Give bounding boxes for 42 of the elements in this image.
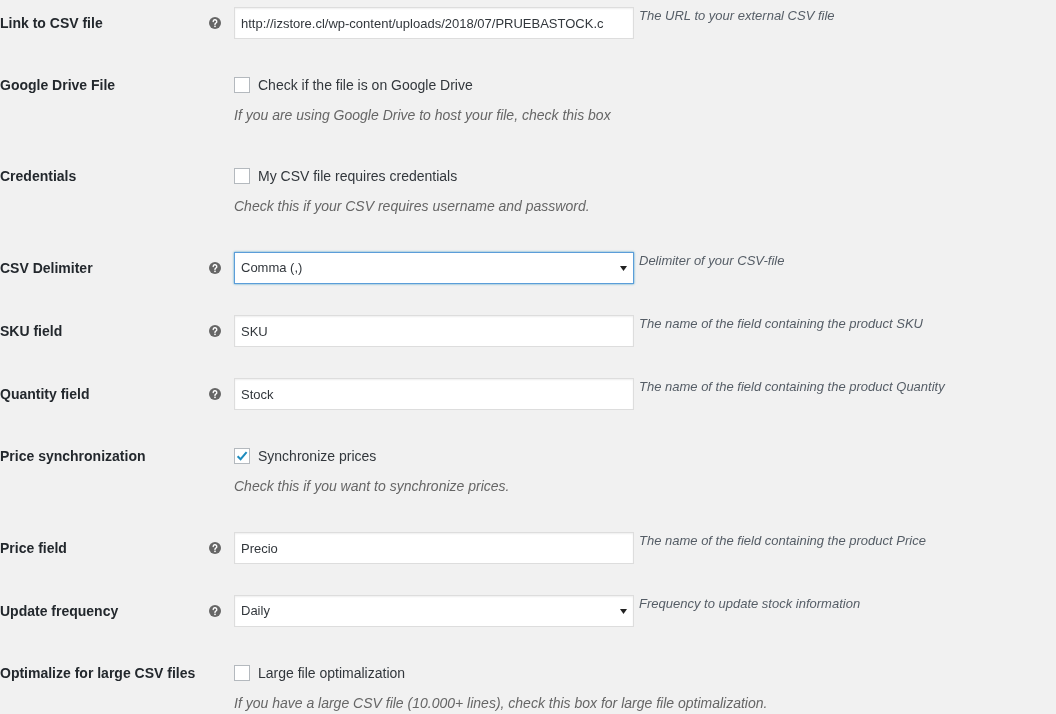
field-description: Check this if you want to synchronize prices.	[234, 477, 511, 496]
dropdown[interactable]: Comma (,)	[234, 252, 634, 284]
field-label: Credentials	[0, 166, 77, 186]
field-description: If you are using Google Drive to host your file, check this box	[234, 106, 612, 125]
dropdown[interactable]: Daily	[234, 595, 634, 627]
help-icon[interactable]	[209, 325, 221, 337]
caret-icon	[620, 608, 627, 614]
checkbox-label: Large file optimalization	[258, 663, 406, 683]
field-description: Frequency to update stock information	[639, 595, 861, 613]
field-label: Optimalize for large CSV files	[0, 663, 196, 683]
field-description: The name of the field containing the product Price	[639, 532, 926, 550]
field-description: If you have a large CSV file (10.000+ lines), check this box for large file optimalization.	[234, 694, 769, 713]
checkbox[interactable]	[234, 665, 250, 681]
caret-icon	[620, 265, 627, 271]
field-label: Price field	[0, 538, 67, 558]
checkbox[interactable]	[234, 168, 250, 184]
field-label: Google Drive File	[0, 75, 116, 95]
help-icon[interactable]	[209, 542, 221, 554]
field-description: Delimiter of your CSV-file	[639, 252, 785, 270]
field-label: SKU field	[0, 321, 63, 341]
text-field[interactable]: Precio	[234, 532, 634, 564]
text-field[interactable]: Stock	[234, 378, 634, 410]
checkbox[interactable]	[234, 77, 250, 93]
help-icon[interactable]	[209, 262, 221, 274]
field-description: The URL to your external CSV file	[639, 7, 835, 25]
field-description: Check this if your CSV requires username and password.	[234, 197, 591, 216]
checkbox[interactable]	[234, 448, 250, 464]
checkbox-label: Synchronize prices	[258, 446, 377, 466]
field-label: Update frequency	[0, 601, 119, 621]
field-description: The name of the field containing the product Quantity	[639, 378, 945, 396]
text-field[interactable]: SKU	[234, 315, 634, 347]
checkbox-label: My CSV file requires credentials	[258, 166, 458, 186]
field-label: Link to CSV file	[0, 13, 103, 33]
help-icon[interactable]	[209, 17, 221, 29]
field-label: CSV Delimiter	[0, 258, 93, 278]
checkbox-label: Check if the file is on Google Drive	[258, 75, 473, 95]
text-field[interactable]: http://izstore.cl/wp-content/uploads/2018/07/PRUEBASTOCK.c	[234, 7, 634, 39]
help-icon[interactable]	[209, 388, 221, 400]
field-label: Quantity field	[0, 384, 90, 404]
field-label: Price synchronization	[0, 446, 146, 466]
help-icon[interactable]	[209, 605, 221, 617]
field-description: The name of the field containing the product SKU	[639, 315, 923, 333]
